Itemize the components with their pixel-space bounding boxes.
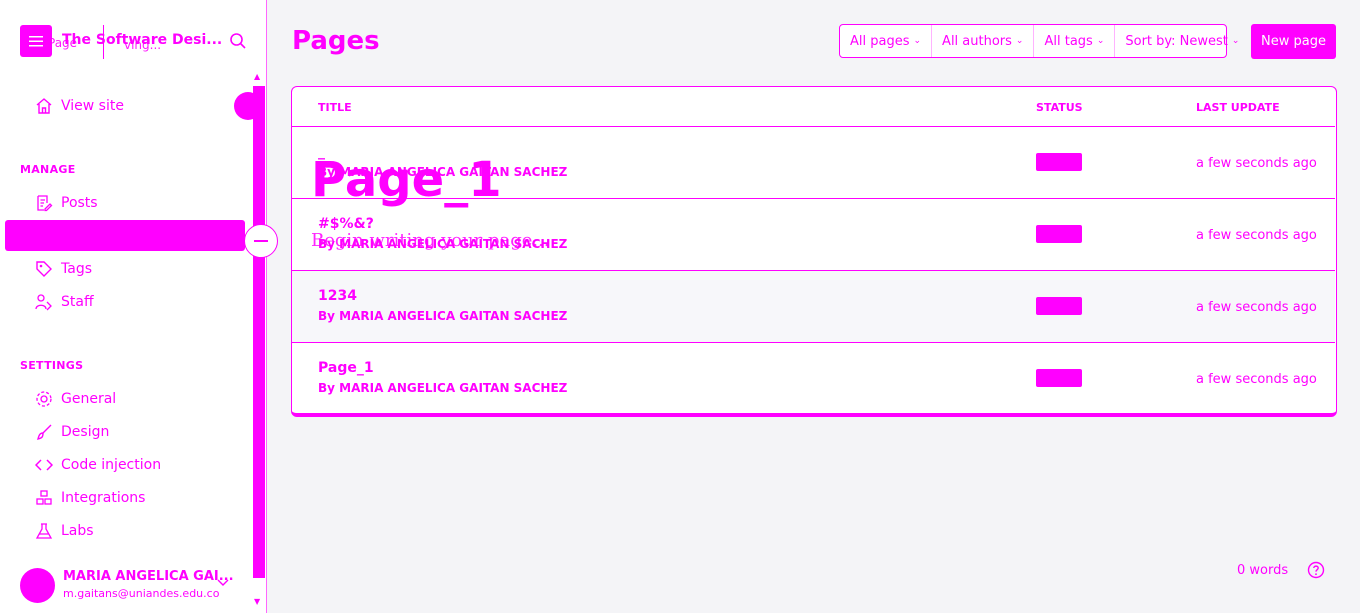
editor-placeholder-overlay: Begin writing your page...	[311, 230, 550, 251]
nav-posts[interactable]: Posts	[35, 193, 98, 213]
nav-labs[interactable]: Labs	[35, 521, 94, 541]
posts-icon	[37, 195, 53, 212]
row-updated: a few seconds ago	[1196, 228, 1317, 243]
nav-general[interactable]: General	[35, 389, 116, 409]
scrollbar-thumb[interactable]	[253, 86, 265, 578]
help-icon[interactable]	[1307, 561, 1325, 579]
gear-icon	[36, 391, 52, 407]
nav-integrations-label: Integrations	[61, 490, 146, 506]
status-badge	[1036, 369, 1082, 387]
nav-posts-label: Posts	[61, 195, 98, 211]
flask-icon	[35, 523, 53, 539]
chevron-down-icon: ⌄	[1015, 36, 1024, 46]
menu-icon	[29, 36, 43, 47]
column-last-update: LAST UPDATE	[1196, 101, 1280, 114]
chevron-down-icon[interactable]	[216, 578, 230, 588]
filter-tag[interactable]: All tags ⌄	[1034, 25, 1116, 57]
collapse-sidebar-button[interactable]	[244, 224, 278, 258]
row-updated: a few seconds ago	[1196, 372, 1317, 387]
nav-code-injection[interactable]: Code injection	[35, 455, 161, 475]
nav-design[interactable]: Design	[35, 422, 109, 442]
brush-icon	[37, 424, 52, 440]
new-page-button[interactable]: New page	[1251, 24, 1336, 59]
nav-pages-active[interactable]	[5, 220, 245, 251]
filter-tag-label: All tags	[1044, 33, 1093, 49]
sidebar: Page ving... The Software Desi... View s…	[0, 0, 267, 613]
site-name[interactable]: The Software Desi...	[62, 32, 222, 48]
word-count: 0 words	[1237, 563, 1289, 578]
nav-code-injection-label: Code injection	[61, 457, 162, 473]
search-icon[interactable]	[229, 32, 247, 50]
row-author: By MARIA ANGELICA GAITAN SACHEZ	[318, 309, 568, 323]
nav-staff-label: Staff	[61, 294, 94, 310]
nav-tags[interactable]: Tags	[35, 259, 92, 279]
filter-author[interactable]: All authors ⌄	[932, 25, 1035, 57]
pages-table: TITLE STATUS LAST UPDATE _ By MARIA ANGE…	[291, 86, 1337, 417]
chevron-down-icon: ⌄	[1096, 36, 1105, 46]
scroll-down-arrow-icon[interactable]: ▼	[254, 597, 260, 606]
nav-general-label: General	[61, 391, 117, 407]
row-title: Page_1	[318, 360, 374, 376]
manage-heading: MANAGE	[20, 163, 76, 176]
page-title: Pages	[292, 26, 380, 56]
row-title: 1234	[318, 288, 357, 304]
tag-icon	[36, 261, 52, 277]
column-title: TITLE	[318, 101, 352, 114]
integrations-icon	[36, 490, 52, 505]
filter-bar: All pages ⌄ All authors ⌄ All tags ⌄ Sort b…	[839, 24, 1239, 58]
filter-type-label: All pages	[850, 33, 910, 49]
nav-labs-label: Labs	[61, 523, 94, 539]
table-row[interactable]: Page_1 By MARIA ANGELICA GAITAN SACHEZ a…	[292, 342, 1335, 414]
table-row[interactable]: 1234 By MARIA ANGELICA GAITAN SACHEZ a f…	[292, 270, 1335, 342]
chevron-down-icon: ⌄	[913, 36, 922, 46]
nav-staff[interactable]: Staff	[35, 292, 94, 312]
code-icon	[35, 459, 53, 471]
scroll-up-arrow-icon[interactable]: ▲	[254, 72, 260, 81]
row-updated: a few seconds ago	[1196, 300, 1317, 315]
user-email: m.gaitans@uniandes.edu.co	[63, 587, 220, 600]
nav-tags-label: Tags	[61, 261, 92, 277]
nav-view-site-label: View site	[61, 98, 124, 114]
column-status: STATUS	[1036, 101, 1083, 114]
editor-title-overlay: Page_1	[311, 152, 502, 208]
nav-view-site[interactable]: View site	[35, 96, 124, 116]
status-badge	[1036, 153, 1082, 171]
status-badge	[1036, 225, 1082, 243]
filter-author-label: All authors	[942, 33, 1012, 49]
nav-integrations[interactable]: Integrations	[35, 488, 145, 508]
theme-toggle[interactable]	[234, 92, 262, 120]
filter-sort-label: Sort by: Newest	[1125, 33, 1228, 49]
settings-heading: SETTINGS	[20, 359, 84, 372]
status-badge	[1036, 297, 1082, 315]
row-author: By MARIA ANGELICA GAITAN SACHEZ	[318, 381, 568, 395]
user-name[interactable]: MARIA ANGELICA GAI...	[63, 569, 234, 584]
avatar[interactable]	[20, 568, 55, 603]
staff-icon	[35, 294, 52, 311]
filter-sort[interactable]: Sort by: Newest ⌄	[1115, 25, 1249, 57]
row-updated: a few seconds ago	[1196, 156, 1317, 171]
nav-design-label: Design	[61, 424, 110, 440]
filter-type[interactable]: All pages ⌄	[840, 25, 933, 57]
home-icon	[36, 98, 52, 114]
chevron-down-icon: ⌄	[1231, 36, 1240, 46]
